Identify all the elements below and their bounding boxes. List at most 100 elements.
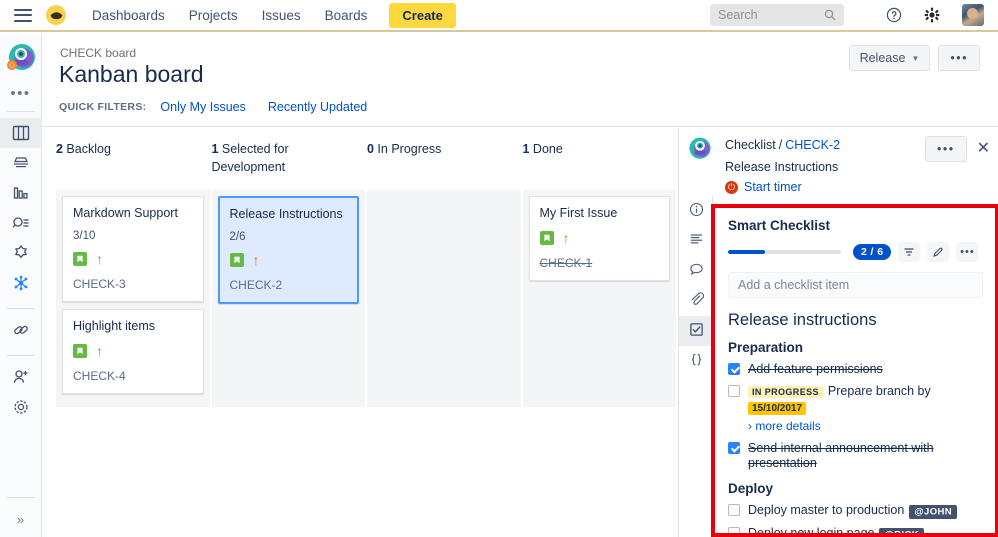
- checklist-sections: Preparation Add feature permissions IN PRO…: [728, 340, 983, 533]
- issue-card-icons: ↑: [539, 231, 660, 245]
- sidebar-item-kanban-board[interactable]: [0, 118, 42, 148]
- issue-card-key[interactable]: CHECK-1: [540, 256, 660, 270]
- search-input[interactable]: Search: [710, 4, 844, 26]
- release-button[interactable]: Release ▼: [848, 45, 931, 71]
- checklist-item[interactable]: Deploy new login page @RICK: [728, 526, 983, 533]
- more-details-link[interactable]: › more details: [748, 419, 983, 434]
- hamburger-icon[interactable]: [14, 8, 32, 22]
- issue-card-key[interactable]: CHECK-2: [230, 278, 348, 292]
- expand-sidebar-button[interactable]: »: [17, 504, 24, 537]
- checklist-item[interactable]: IN PROGRESS Prepare branch by 15/10/2017 ›…: [728, 384, 983, 434]
- smart-checklist-toolbar: 2 / 6 •••: [728, 242, 983, 262]
- jira-logo-icon[interactable]: [46, 5, 66, 25]
- divider: [6, 355, 35, 356]
- story-icon: [229, 253, 244, 267]
- issue-card[interactable]: Highlight items ↑ CHECK-4: [62, 309, 204, 394]
- sidebar-item-project-settings[interactable]: [0, 392, 42, 422]
- story-icon: [539, 231, 554, 245]
- detail-tab-development[interactable]: [679, 346, 713, 376]
- nav-link-dashboards[interactable]: Dashboards: [82, 3, 175, 28]
- sidebar-item-add-people[interactable]: [0, 362, 42, 392]
- quick-filter-recently-updated[interactable]: Recently Updated: [268, 100, 367, 114]
- breadcrumb[interactable]: CHECK board: [60, 46, 136, 60]
- checklist-item-checkbox[interactable]: [728, 442, 740, 454]
- priority-high-icon: ↑: [252, 252, 260, 268]
- checklist-item[interactable]: Deploy master to production @JOHN: [728, 503, 983, 519]
- issue-card-title: Markdown Support: [73, 206, 178, 220]
- filter-icon[interactable]: [898, 242, 921, 262]
- board-header: CHECK board Kanban board QUICK FILTERS: …: [42, 34, 998, 127]
- quick-filter-only-my-issues[interactable]: Only My Issues: [160, 100, 245, 114]
- detail-header: Checklist / CHECK-2 Release Instructions ⏻…: [679, 128, 998, 198]
- breadcrumb-issue-key[interactable]: CHECK-2: [785, 138, 840, 152]
- issue-card[interactable]: Markdown Support 3/10 ↑ CHECK-3: [62, 196, 204, 302]
- nav-link-boards[interactable]: Boards: [315, 3, 378, 28]
- start-timer-button[interactable]: ⏻ Start timer: [725, 180, 988, 194]
- column-body: [367, 190, 521, 407]
- issue-card-key[interactable]: CHECK-3: [73, 277, 193, 291]
- board-more-button[interactable]: •••: [938, 45, 980, 71]
- add-people-icon: [13, 370, 27, 383]
- close-icon[interactable]: ✕: [977, 141, 990, 157]
- smart-checklist-title: Smart Checklist: [728, 218, 831, 233]
- issue-card-key[interactable]: CHECK-4: [73, 369, 193, 383]
- nav-link-issues[interactable]: Issues: [252, 3, 311, 28]
- status-badge: IN PROGRESS: [748, 386, 823, 398]
- checklist-item[interactable]: Send internal announcement with presenta…: [728, 441, 983, 471]
- help-icon[interactable]: [882, 3, 906, 27]
- gear-icon[interactable]: [920, 3, 944, 27]
- checklist-item-text: Deploy master to production: [748, 503, 905, 517]
- issue-card[interactable]: Release Instructions 2/6 ↑ CHECK-2: [217, 196, 359, 304]
- smart-checklist-more-icon[interactable]: •••: [956, 242, 979, 262]
- quick-filters-label: QUICK FILTERS:: [59, 101, 147, 113]
- checklist-item[interactable]: Add feature permissions: [728, 362, 983, 377]
- checklist-item-checkbox[interactable]: [728, 527, 740, 533]
- checklist-item-checkbox[interactable]: [728, 504, 740, 516]
- board-columns-icon: [12, 125, 29, 141]
- checklist-item-text: Add feature permissions: [748, 362, 883, 376]
- sidebar-item-smart-checklist[interactable]: [0, 268, 42, 298]
- breadcrumb-root: Checklist: [725, 138, 776, 152]
- checklist-icon: [689, 322, 704, 340]
- detail-tab-attachments[interactable]: [679, 286, 713, 316]
- more-options-icon[interactable]: •••: [10, 86, 30, 101]
- detail-tab-comments[interactable]: [679, 256, 713, 286]
- detail-more-button[interactable]: •••: [924, 136, 967, 162]
- detail-tab-smart-checklist[interactable]: [679, 316, 713, 346]
- detail-tab-details[interactable]: [679, 196, 713, 226]
- nav-link-projects[interactable]: Projects: [179, 3, 248, 28]
- sidebar-item-issues[interactable]: [0, 208, 42, 238]
- detail-tab-description[interactable]: [679, 226, 713, 256]
- breadcrumb-separator: /: [778, 138, 783, 152]
- issue-card-title: Highlight items: [73, 319, 155, 333]
- checklist-item-checkbox[interactable]: [728, 385, 740, 397]
- top-nav-right-group: Search: [710, 3, 998, 27]
- avatar[interactable]: [962, 4, 984, 26]
- gear-icon: [13, 400, 28, 414]
- attachment-icon: [689, 292, 704, 310]
- sidebar-item-reports[interactable]: [0, 178, 42, 208]
- divider: [6, 308, 35, 309]
- issue-card[interactable]: My First Issue ↑ CHECK-1: [528, 196, 670, 281]
- checklist-section-heading: Deploy: [728, 481, 774, 496]
- issues-icon: [12, 217, 28, 228]
- backlog-icon: [13, 157, 28, 168]
- add-checklist-item-input[interactable]: Add a checklist item: [728, 272, 983, 298]
- pencil-icon[interactable]: [927, 242, 950, 262]
- create-button[interactable]: Create: [389, 2, 456, 28]
- checklist-item-checkbox[interactable]: [728, 363, 740, 375]
- page-title: Kanban board: [59, 61, 204, 87]
- search-icon: [824, 9, 836, 21]
- column-name: Selected for Development: [211, 142, 289, 174]
- issue-card-icons: ↑: [73, 252, 193, 266]
- sidebar-item-backlog[interactable]: [0, 148, 42, 178]
- project-avatar-icon[interactable]: 〈〉: [5, 42, 37, 74]
- left-sidebar: 〈〉 ••• »: [0, 34, 42, 537]
- sidebar-item-links[interactable]: [0, 315, 42, 345]
- column-body: Release Instructions 2/6 ↑ CHECK-2: [211, 190, 365, 407]
- sidebar-item-components[interactable]: [0, 238, 42, 268]
- story-icon: [73, 252, 87, 266]
- column-headers: 2 Backlog 1 Selected for Development 0 In …: [42, 128, 678, 176]
- board-header-actions: Release ▼ •••: [848, 45, 980, 71]
- column-header: 1 Selected for Development: [212, 140, 366, 176]
